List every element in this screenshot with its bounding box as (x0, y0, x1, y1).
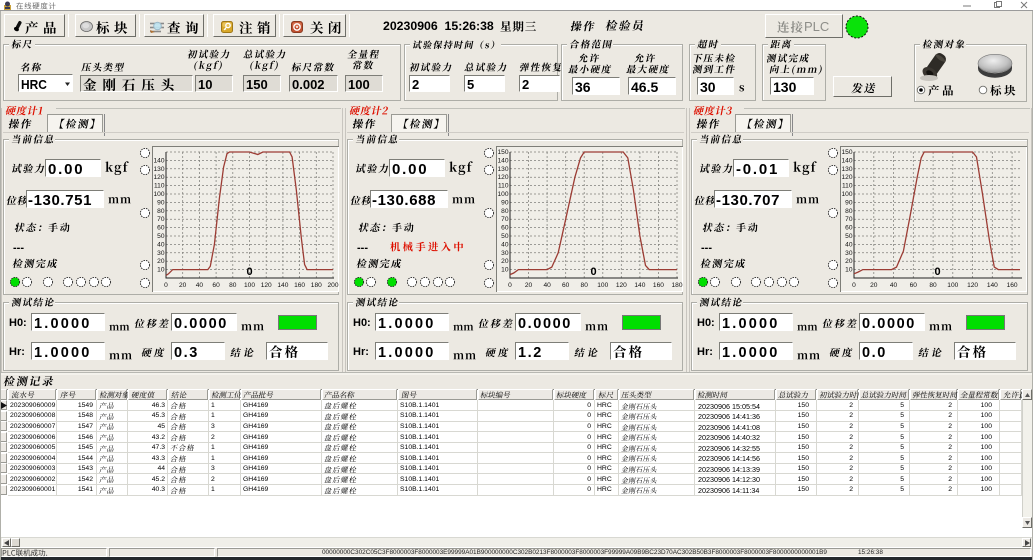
svg-text:90: 90 (501, 199, 509, 206)
svg-text:120: 120 (261, 282, 272, 289)
svg-text:0: 0 (852, 282, 856, 289)
svg-text:20: 20 (870, 282, 878, 289)
svg-text:150: 150 (497, 149, 508, 156)
svg-text:200: 200 (327, 282, 338, 289)
svg-text:10: 10 (501, 267, 509, 274)
svg-text:60: 60 (501, 225, 509, 232)
svg-text:100: 100 (597, 282, 608, 289)
svg-text:0: 0 (164, 282, 168, 289)
svg-text:100: 100 (153, 191, 164, 198)
svg-text:120: 120 (153, 174, 164, 181)
svg-text:180: 180 (671, 282, 682, 289)
svg-text:20: 20 (157, 258, 165, 265)
svg-text:60: 60 (845, 225, 853, 232)
svg-text:60: 60 (212, 282, 220, 289)
svg-text:140: 140 (987, 282, 998, 289)
svg-text:100: 100 (841, 191, 852, 198)
svg-text:130: 130 (841, 166, 852, 173)
svg-text:140: 140 (634, 282, 645, 289)
svg-text:30: 30 (157, 250, 165, 257)
svg-text:40: 40 (845, 241, 853, 248)
svg-text:60: 60 (910, 282, 918, 289)
svg-text:80: 80 (929, 282, 937, 289)
svg-text:40: 40 (890, 282, 898, 289)
svg-text:60: 60 (562, 282, 570, 289)
svg-text:150: 150 (841, 149, 852, 156)
svg-text:140: 140 (497, 157, 508, 164)
svg-text:30: 30 (501, 250, 509, 257)
svg-text:120: 120 (497, 174, 508, 181)
svg-text:120: 120 (841, 174, 852, 181)
svg-text:140: 140 (277, 282, 288, 289)
svg-text:0: 0 (590, 266, 596, 278)
svg-text:10: 10 (845, 267, 853, 274)
svg-text:50: 50 (501, 233, 509, 240)
svg-text:80: 80 (581, 282, 589, 289)
svg-text:160: 160 (653, 282, 664, 289)
svg-text:130: 130 (153, 166, 164, 173)
svg-text:120: 120 (967, 282, 978, 289)
svg-text:180: 180 (311, 282, 322, 289)
svg-text:50: 50 (157, 233, 165, 240)
svg-text:80: 80 (845, 208, 853, 215)
svg-text:100: 100 (497, 191, 508, 198)
svg-text:20: 20 (845, 258, 853, 265)
svg-text:140: 140 (841, 157, 852, 164)
svg-text:40: 40 (501, 241, 509, 248)
svg-text:140: 140 (153, 157, 164, 164)
svg-text:10: 10 (157, 267, 165, 274)
svg-text:90: 90 (845, 199, 853, 206)
svg-text:100: 100 (947, 282, 958, 289)
svg-text:50: 50 (845, 233, 853, 240)
svg-text:20: 20 (501, 258, 509, 265)
svg-text:20: 20 (179, 282, 187, 289)
svg-text:60: 60 (157, 225, 165, 232)
svg-text:90: 90 (157, 199, 165, 206)
svg-text:110: 110 (154, 183, 165, 190)
svg-text:70: 70 (157, 216, 165, 223)
svg-text:100: 100 (244, 282, 255, 289)
svg-text:40: 40 (543, 282, 551, 289)
svg-text:0: 0 (934, 266, 940, 278)
svg-text:110: 110 (498, 183, 509, 190)
svg-text:70: 70 (845, 216, 853, 223)
svg-text:40: 40 (196, 282, 204, 289)
svg-text:80: 80 (229, 282, 237, 289)
svg-text:160: 160 (1007, 282, 1018, 289)
svg-text:0: 0 (246, 266, 252, 278)
svg-text:70: 70 (501, 216, 509, 223)
svg-text:30: 30 (845, 250, 853, 257)
svg-text:130: 130 (497, 166, 508, 173)
svg-text:80: 80 (501, 208, 509, 215)
svg-text:110: 110 (842, 183, 853, 190)
svg-text:0: 0 (508, 282, 512, 289)
svg-text:20: 20 (525, 282, 533, 289)
svg-text:80: 80 (157, 208, 165, 215)
svg-text:120: 120 (616, 282, 627, 289)
svg-text:40: 40 (157, 241, 165, 248)
svg-text:160: 160 (294, 282, 305, 289)
